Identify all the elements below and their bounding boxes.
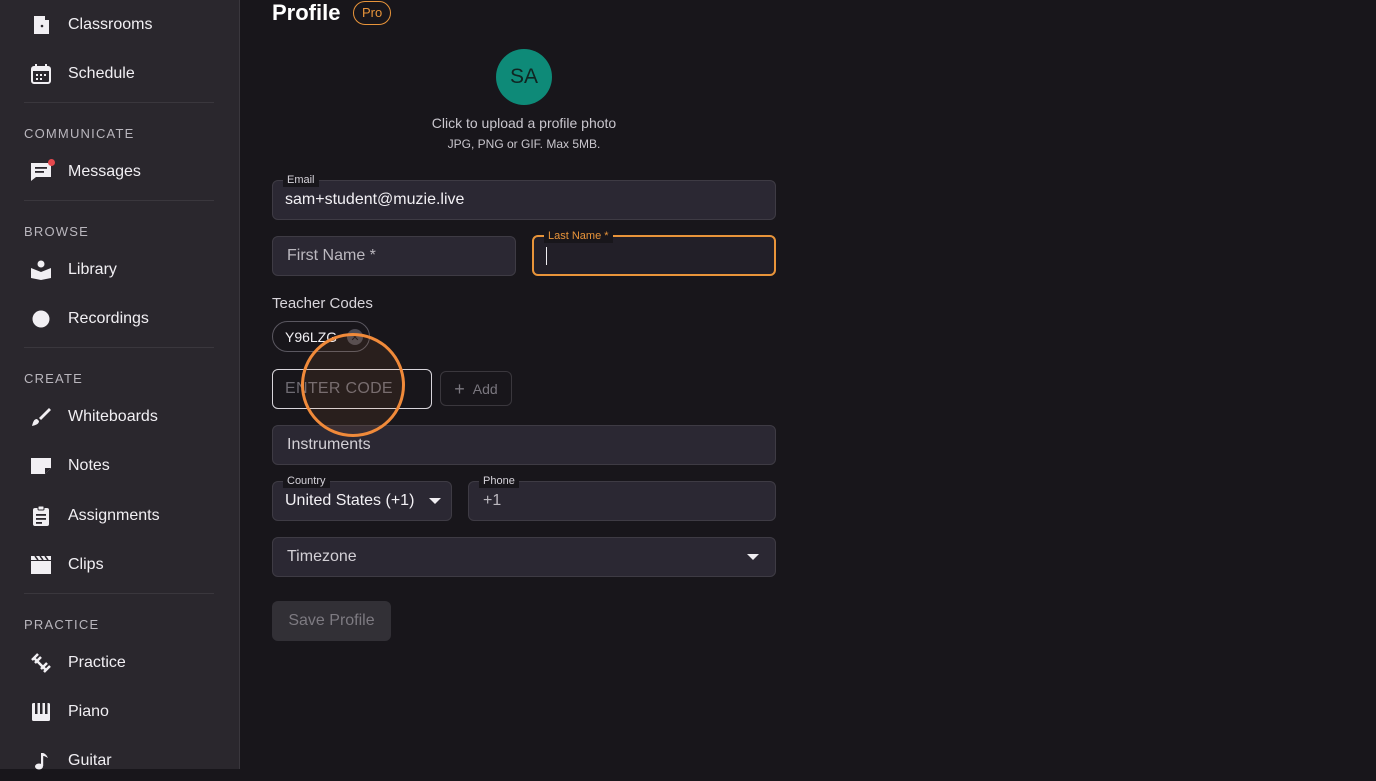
save-profile-button[interactable]: Save Profile [272,601,391,641]
sidebar-item-classrooms[interactable]: Classrooms [24,5,224,45]
sidebar-item-label: Practice [68,654,126,671]
sidebar-item-label: Assignments [68,507,160,524]
sidebar-item-label: Messages [68,163,141,180]
sidebar-item-label: Schedule [68,65,135,82]
section-label-communicate: COMMUNICATE [24,126,135,141]
sidebar-item-library[interactable]: Library [24,250,224,290]
message-icon [30,159,55,183]
country-select[interactable]: Country United States (+1) [272,474,452,521]
chevron-down-icon [429,498,441,504]
section-label-create: CREATE [24,371,83,386]
sidebar-item-recordings[interactable]: Recordings [24,299,224,339]
phone-field[interactable]: Phone +1 [468,474,776,521]
text-caret [546,246,547,265]
teacher-codes-title: Teacher Codes [272,295,373,312]
code-input-placeholder: ENTER CODE [285,380,393,397]
section-label-browse: BROWSE [24,224,89,239]
instruments-placeholder: Instruments [287,436,371,453]
piano-icon [30,701,52,723]
note-icon [30,455,52,477]
sidebar-item-label: Piano [68,703,109,720]
sidebar-item-label: Classrooms [68,16,153,33]
email-field[interactable]: Email sam+student@muzie.live [272,173,776,220]
sidebar-item-assignments[interactable]: Assignments [24,496,224,536]
dumbbell-icon [30,652,52,674]
add-button-label: Add [472,380,498,397]
sidebar-item-label: Guitar [68,752,112,769]
instruments-field[interactable]: Instruments [272,425,776,465]
sidebar-item-guitar[interactable]: Guitar [24,741,224,781]
chevron-down-icon [747,554,759,560]
sidebar-item-messages[interactable]: Messages [24,152,224,192]
record-icon [30,308,52,330]
country-label: Country [283,474,330,488]
sidebar-item-practice[interactable]: Practice [24,643,224,683]
email-value: sam+student@muzie.live [285,191,465,208]
sidebar-divider [24,347,214,348]
sidebar-item-notes[interactable]: Notes [24,446,224,486]
clipboard-icon [30,505,52,527]
pro-badge: Pro [353,1,392,25]
page-title: Profile [272,0,341,25]
sidebar: Classrooms Schedule COMMUNICATE Messages… [0,0,240,770]
sidebar-divider [24,200,214,201]
door-icon [30,14,52,36]
last-name-label: Last Name * [544,229,613,243]
library-icon [30,259,52,281]
sidebar-item-schedule[interactable]: Schedule [24,54,224,94]
upload-formats: JPG, PNG or GIF. Max 5MB. [447,137,601,151]
first-name-placeholder: First Name * [287,247,376,264]
remove-code-icon[interactable]: ✕ [347,329,363,345]
sidebar-item-label: Library [68,261,117,278]
sidebar-divider [24,102,214,103]
sidebar-item-whiteboards[interactable]: Whiteboards [24,397,224,437]
sidebar-item-label: Whiteboards [68,408,158,425]
sidebar-item-label: Recordings [68,310,149,327]
unread-badge [48,159,55,166]
upload-hint[interactable]: Click to upload a profile photo [272,115,776,131]
sidebar-item-label: Notes [68,457,110,474]
first-name-field[interactable]: First Name * [272,236,516,276]
teacher-code-value: Y96LZG [285,328,338,345]
calendar-icon [30,63,52,85]
add-code-button[interactable]: + Add [440,371,512,406]
last-name-field[interactable]: Last Name * [532,229,776,276]
sidebar-item-label: Clips [68,556,104,573]
timezone-placeholder: Timezone [287,548,357,565]
section-label-practice: PRACTICE [24,617,100,632]
teacher-code-input[interactable]: ENTER CODE [272,369,432,409]
avatar[interactable]: SA [496,49,552,105]
email-label: Email [283,173,319,187]
sidebar-item-clips[interactable]: Clips [24,545,224,585]
brush-icon [30,406,52,428]
sidebar-divider [24,593,214,594]
phone-label: Phone [479,474,519,488]
plus-icon: + [454,378,465,399]
phone-value: +1 [483,492,502,509]
clapperboard-icon [30,554,52,576]
country-value: United States (+1) [285,492,415,509]
sidebar-item-piano[interactable]: Piano [24,692,224,732]
timezone-select[interactable]: Timezone [272,537,776,577]
teacher-code-chip: Y96LZG ✕ [272,321,370,352]
